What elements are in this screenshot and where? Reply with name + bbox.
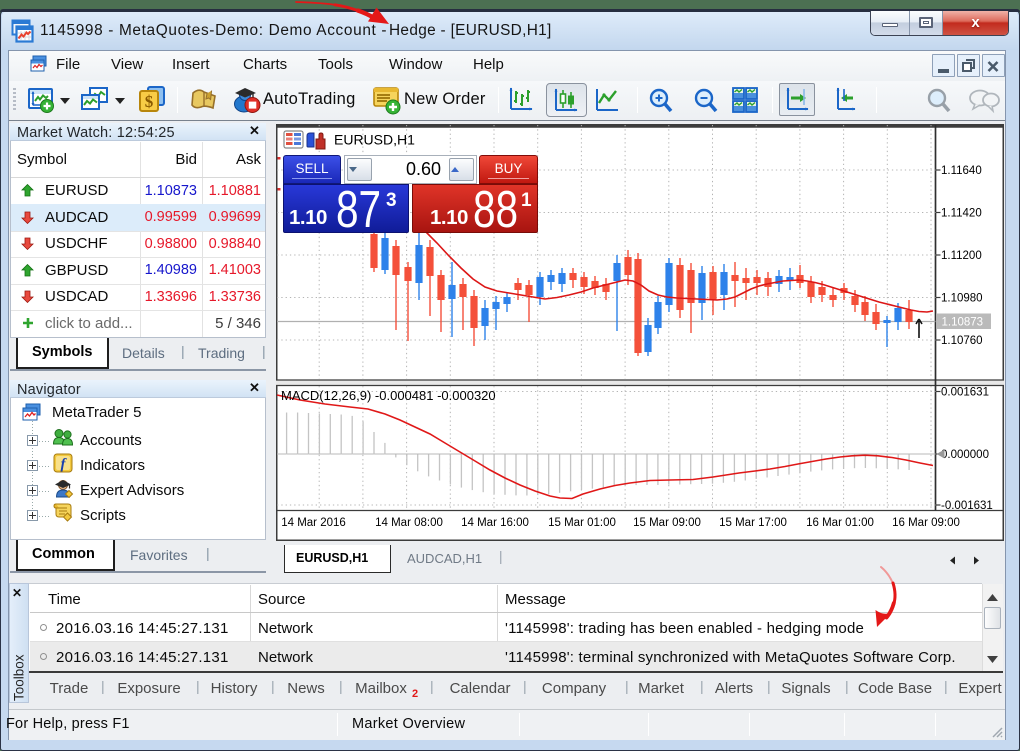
svg-text:15 Mar 17:00: 15 Mar 17:00 bbox=[719, 517, 787, 529]
svg-text:14 Mar 2016: 14 Mar 2016 bbox=[281, 517, 346, 529]
svg-text:0.001631: 0.001631 bbox=[941, 387, 989, 399]
svg-text:$: $ bbox=[145, 92, 154, 111]
svg-text:16 Mar 01:00: 16 Mar 01:00 bbox=[806, 517, 874, 529]
svg-text:EURUSD,H1: EURUSD,H1 bbox=[334, 132, 415, 148]
svg-text:1.11640: 1.11640 bbox=[941, 165, 982, 177]
svg-text:1.10980: 1.10980 bbox=[941, 293, 983, 305]
svg-text:14 Mar 08:00: 14 Mar 08:00 bbox=[375, 517, 443, 529]
svg-text:MACD(12,26,9) -0.000481 -0.000: MACD(12,26,9) -0.000481 -0.000320 bbox=[281, 388, 496, 403]
svg-text:14 Mar 16:00: 14 Mar 16:00 bbox=[461, 517, 529, 529]
svg-text:15 Mar 01:00: 15 Mar 01:00 bbox=[548, 517, 616, 529]
svg-text:1.10873: 1.10873 bbox=[942, 317, 984, 329]
svg-text:1.11420: 1.11420 bbox=[941, 208, 982, 220]
svg-text:15 Mar 09:00: 15 Mar 09:00 bbox=[633, 517, 701, 529]
svg-text:16 Mar 09:00: 16 Mar 09:00 bbox=[892, 517, 960, 529]
svg-text:0.000000: 0.000000 bbox=[941, 449, 989, 461]
svg-text:-0.001631: -0.001631 bbox=[941, 500, 993, 512]
svg-text:1.11200: 1.11200 bbox=[941, 250, 982, 262]
svg-text:Toolbox: Toolbox bbox=[12, 654, 27, 701]
svg-text:1.10760: 1.10760 bbox=[941, 335, 983, 347]
